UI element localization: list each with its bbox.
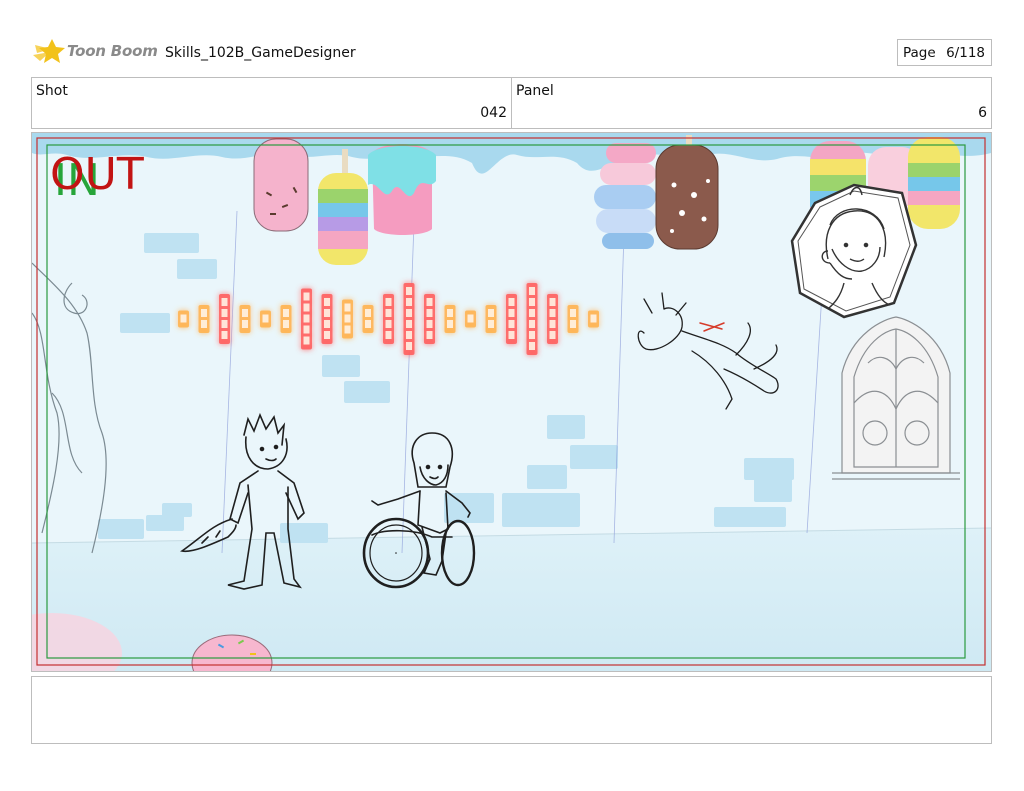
soundwave-segment [467, 314, 474, 323]
soundwave-segment [242, 309, 248, 317]
soundwave-segment [385, 309, 392, 317]
page-number: 6/118 [946, 45, 985, 61]
soundwave-segment [324, 309, 330, 317]
star-icon [33, 39, 65, 63]
soundwave-segment [201, 320, 207, 328]
toon-boom-logo: Toon Boom [31, 36, 161, 68]
page-indicator: Page 6/118 [897, 39, 992, 66]
soundwave-segment [406, 320, 412, 328]
document-title: Skills_102B_GameDesigner [165, 45, 356, 61]
soundwave-segment [529, 320, 535, 328]
panel-cell: Panel 6 [512, 78, 991, 128]
out-marker: OUT [50, 149, 144, 200]
soundwave-segment [385, 331, 392, 339]
soundwave-segment [426, 320, 433, 328]
soundwave-segment [385, 298, 392, 306]
soundwave-segment [426, 298, 433, 306]
soundwave-segment [406, 298, 412, 306]
shot-number: 042 [480, 105, 507, 121]
soundwave-segment [488, 320, 494, 328]
soundwave-segment [344, 303, 351, 312]
soundwave-segment [508, 331, 515, 339]
soundwave-segment [283, 309, 289, 317]
shot-label: Shot [36, 83, 68, 99]
soundwave-segment [508, 298, 515, 306]
soundwave-segment [221, 309, 228, 317]
soundwave-segment [344, 325, 351, 334]
soundwave-segment [324, 298, 330, 306]
soundwave-segment [508, 309, 515, 317]
soundwave-segment [447, 320, 453, 328]
soundwave-segment [365, 309, 371, 317]
soundwave-segment [406, 287, 412, 295]
soundwave-segment [406, 309, 412, 317]
soundwave-segment [262, 314, 269, 323]
soundwave-segment [508, 320, 515, 328]
soundwave-segment [549, 309, 556, 317]
soundwave-segment [365, 320, 371, 328]
popsicle-sprinkle-left [253, 138, 309, 232]
soundwave-segment [529, 287, 535, 295]
soundwave-segment [201, 309, 207, 317]
soundwave-segment [303, 292, 310, 301]
soundwave-segment [303, 314, 310, 323]
panel-number: 6 [978, 105, 987, 121]
soundwave-segment [221, 298, 228, 306]
soundwave-segment [549, 298, 556, 306]
soundwave-segment [303, 303, 310, 312]
page-header: Toon Boom Skills_102B_GameDesigner Page … [31, 36, 992, 70]
soundwave-segment [529, 331, 535, 339]
soundwave-segment [283, 320, 289, 328]
soundwave-segment [529, 342, 535, 350]
soundwave-segment [529, 298, 535, 306]
popsicle-drip [368, 144, 436, 235]
soundwave-segment [406, 331, 412, 339]
soundwave-segment [488, 309, 494, 317]
soundwave-segment [426, 309, 433, 317]
soundwave-segment [529, 309, 535, 317]
soundwave-segment [324, 331, 330, 339]
panel-notes[interactable] [31, 676, 992, 744]
page-label: Page [903, 45, 936, 61]
soundwave-segment [221, 320, 228, 328]
soundwave-segment [303, 336, 310, 345]
soundwave-segment [303, 325, 310, 334]
storyboard-frame[interactable]: IN OUT [31, 132, 992, 672]
soundwave-segment [344, 314, 351, 323]
soundwave-segment [406, 342, 412, 350]
shot-cell: Shot 042 [32, 78, 512, 128]
soundwave-segment [426, 331, 433, 339]
soundwave-segment [570, 309, 576, 317]
panel-label: Panel [516, 83, 554, 99]
logo-text: Toon Boom [67, 42, 158, 60]
soundwave-segment [590, 314, 597, 323]
popsicle-chocolate [655, 135, 719, 250]
soundwave-segment [549, 331, 556, 339]
soundwave-segment [242, 320, 248, 328]
floor [32, 528, 991, 671]
soundwave-segment [385, 320, 392, 328]
storyboard-panel-image [32, 133, 991, 671]
soundwave-segment [324, 320, 330, 328]
soundwave-segment [180, 314, 187, 323]
soundwave-segment [570, 320, 576, 328]
soundwave-segment [549, 320, 556, 328]
soundwave-segment [221, 331, 228, 339]
soundwave-segment [447, 309, 453, 317]
shot-panel-info: Shot 042 Panel 6 [31, 77, 992, 129]
